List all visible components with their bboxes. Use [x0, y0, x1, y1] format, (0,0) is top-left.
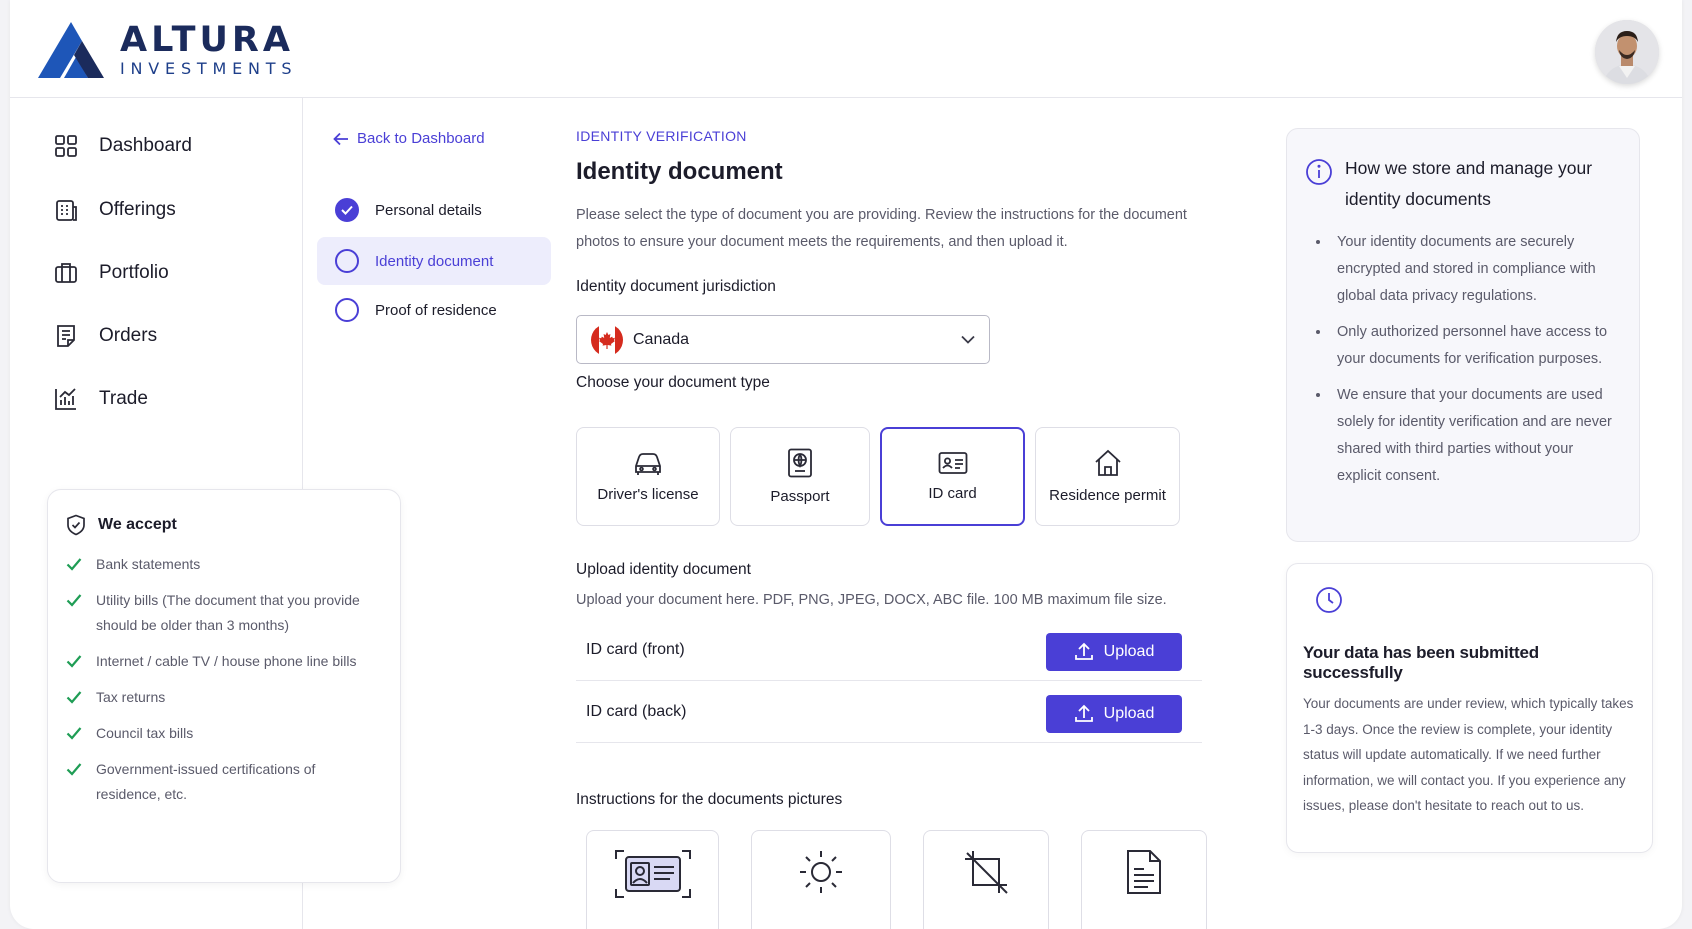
step-proof-of-residence[interactable]: Proof of residence: [317, 286, 551, 334]
step-identity-document[interactable]: Identity document: [317, 237, 551, 285]
accept-item-text: Bank statements: [96, 556, 201, 572]
stepper: Back to Dashboard Personal details Ident…: [303, 98, 563, 929]
instruction-card-no-crop: [923, 830, 1049, 929]
success-title: Your data has been submitted successfull…: [1303, 643, 1539, 682]
upload-subtitle: Upload your document here. PDF, PNG, JPE…: [576, 592, 1167, 608]
sidebar-item-portfolio[interactable]: Portfolio: [53, 260, 169, 286]
storage-info-heading: How we store and manage your identity do…: [1305, 153, 1621, 215]
back-to-dashboard-link[interactable]: Back to Dashboard: [333, 130, 485, 147]
crop-off-icon: [965, 851, 1008, 894]
storage-info-card: How we store and manage your identity do…: [1286, 128, 1640, 542]
passport-icon: [788, 448, 812, 478]
page-title: Identity document: [576, 158, 783, 185]
doctype-passport[interactable]: Passport: [730, 427, 870, 526]
step-label: Personal details: [375, 201, 482, 219]
jurisdiction-select[interactable]: Canada: [576, 315, 990, 364]
sidebar-item-label: Dashboard: [99, 135, 192, 156]
doctype-label: Choose your document type: [576, 374, 770, 391]
step-label: Identity document: [375, 252, 494, 270]
list-item: We ensure that your documents are used s…: [1331, 382, 1621, 490]
upload-button-label: Upload: [1103, 643, 1155, 660]
file-text-icon: [1127, 850, 1161, 894]
upload-back-button[interactable]: Upload: [1046, 695, 1182, 733]
sidebar-item-label: Trade: [99, 388, 148, 409]
accept-title: We accept: [98, 516, 177, 533]
upload-row-back: ID card (back) Upload: [576, 681, 1202, 743]
mountain-logo-icon: [38, 22, 104, 78]
instructions-title: Instructions for the documents pictures: [576, 791, 843, 808]
document-icon: [57, 325, 75, 347]
storage-info-title: How we store and manage your identity do…: [1345, 158, 1593, 209]
jurisdiction-value: Canada: [633, 330, 690, 348]
upload-title: Upload identity document: [576, 561, 751, 578]
upload-row-label: ID card (back): [586, 702, 687, 720]
chevron-down-icon: [961, 335, 975, 344]
check-icon: [66, 691, 82, 704]
grid-icon: [55, 135, 77, 157]
id-frame-icon: [614, 850, 691, 898]
jurisdiction-label: Identity document jurisdiction: [576, 278, 776, 295]
briefcase-icon: [55, 263, 77, 283]
sun-icon: [800, 851, 842, 893]
upload-row-front: ID card (front) Upload: [576, 619, 1202, 681]
section-eyebrow: IDENTITY VERIFICATION: [576, 128, 747, 144]
avatar[interactable]: [1595, 20, 1659, 84]
submission-success-card: Your data has been submitted successfull…: [1286, 563, 1653, 853]
doctype-drivers-license[interactable]: Driver's license: [576, 427, 720, 526]
info-icon: [1306, 159, 1332, 185]
check-icon: [66, 727, 82, 740]
success-body: Your documents are under review, which t…: [1303, 696, 1634, 813]
back-link-label: Back to Dashboard: [357, 130, 485, 147]
upload-row-label: ID card (front): [586, 640, 685, 658]
accept-item-text: Tax returns: [96, 689, 166, 705]
sidebar-item-label: Portfolio: [99, 262, 169, 283]
upload-button-label: Upload: [1103, 705, 1155, 722]
circle-icon: [335, 298, 359, 322]
upload-front-button[interactable]: Upload: [1046, 633, 1182, 671]
clock-icon: [1316, 587, 1342, 613]
id-card-icon: [938, 452, 967, 474]
circle-icon: [335, 249, 359, 273]
check-icon: [66, 655, 82, 668]
check-icon: [66, 594, 82, 607]
page-description: Please select the type of document you a…: [576, 207, 1187, 250]
step-label: Proof of residence: [375, 301, 497, 319]
sidebar-item-label: Orders: [99, 325, 158, 346]
house-icon: [1094, 449, 1121, 476]
doctype-label-text: Passport: [770, 488, 830, 505]
sidebar-item-offerings[interactable]: Offerings: [53, 197, 176, 223]
chart-icon: [55, 388, 76, 410]
doctype-id-card[interactable]: ID card: [880, 427, 1025, 526]
check-icon: [66, 558, 82, 571]
step-personal-details[interactable]: Personal details: [317, 186, 551, 234]
doctype-label-text: ID card: [928, 485, 977, 502]
top-bar: ALTURA INVESTMENTS: [10, 0, 1682, 98]
doctype-label-text: Driver's license: [597, 486, 699, 503]
building-icon: [56, 200, 77, 221]
accept-item-text: Council tax bills: [96, 725, 194, 741]
canada-flag-icon: [591, 323, 623, 356]
sidebar-item-trade[interactable]: Trade: [53, 386, 148, 412]
upload-icon: [1074, 642, 1093, 660]
check-circle-icon: [335, 198, 359, 222]
shield-check-icon: [67, 514, 85, 536]
instruction-card-framing: [586, 830, 719, 929]
instruction-card-document: [1081, 830, 1207, 929]
sidebar-item-dashboard[interactable]: Dashboard: [53, 133, 192, 159]
upload-icon: [1074, 704, 1093, 722]
user-portrait-icon: [1595, 20, 1659, 84]
car-icon: [635, 453, 661, 475]
instruction-card-lighting: [751, 830, 891, 929]
brand-tagline: INVESTMENTS: [120, 59, 298, 78]
sidebar-item-label: Offerings: [99, 199, 176, 220]
brand-name: ALTURA: [120, 20, 294, 60]
list-item: Only authorized personnel have access to…: [1331, 319, 1621, 373]
sidebar-item-orders[interactable]: Orders: [53, 323, 157, 349]
doctype-residence-permit[interactable]: Residence permit: [1035, 427, 1180, 526]
doctype-label-text: Residence permit: [1049, 487, 1166, 504]
check-icon: [66, 763, 82, 776]
arrow-left-icon: [333, 132, 348, 145]
brand-logo[interactable]: ALTURA INVESTMENTS: [38, 22, 297, 78]
list-item: Your identity documents are securely enc…: [1331, 229, 1621, 310]
